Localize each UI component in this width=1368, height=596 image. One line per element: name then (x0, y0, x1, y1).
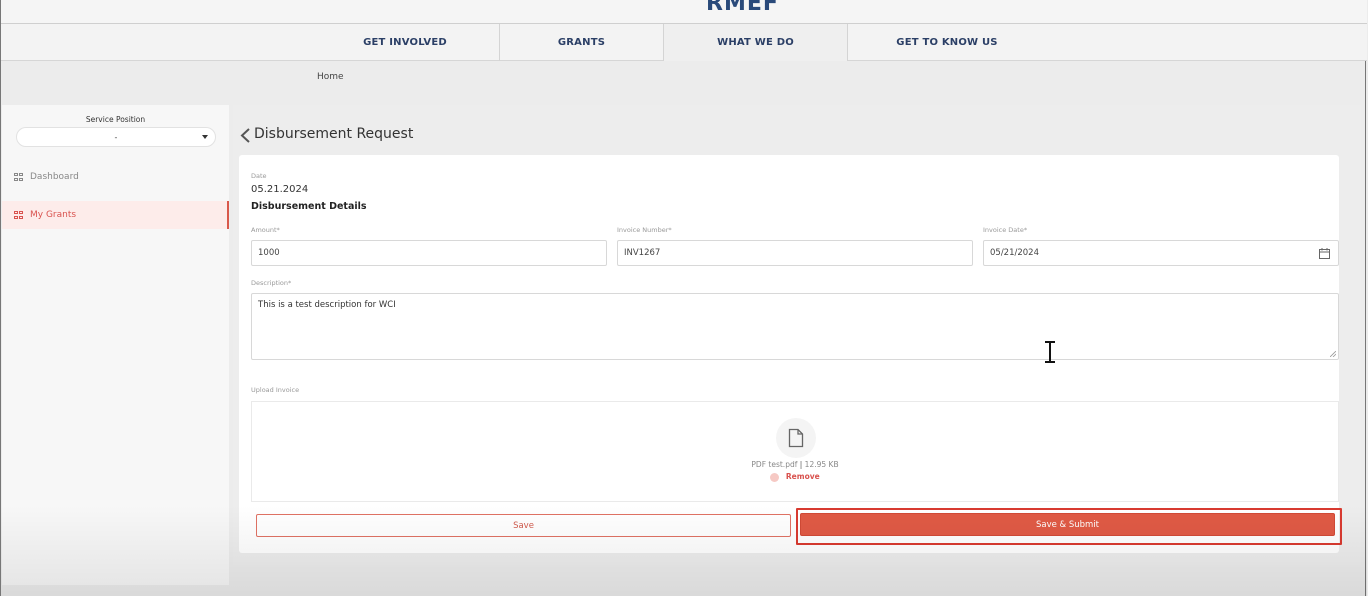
service-position-label: Service Position (85, 115, 146, 124)
invoice-date-value: 05/21/2024 (990, 248, 1039, 258)
amount-input[interactable]: 1000 (251, 240, 607, 266)
nav-get-to-know-us[interactable]: GET TO KNOW US (848, 24, 1046, 61)
sidebar-item-label: Dashboard (30, 172, 79, 182)
upload-dropzone[interactable]: PDF test.pdf | 12.95 KB Remove (251, 401, 1339, 502)
disbursement-form-card: Date 05.21.2024 Disbursement Details Amo… (239, 155, 1342, 553)
service-position-select[interactable]: - (16, 127, 216, 147)
main-nav: GET INVOLVED GRANTS WHAT WE DO GET TO KN… (1, 24, 1367, 61)
file-icon (788, 428, 804, 448)
date-label: Date (251, 172, 267, 180)
amount-label: Amount* (251, 226, 280, 234)
file-icon-circle (776, 418, 816, 458)
nav-get-involved[interactable]: GET INVOLVED (311, 24, 499, 61)
save-and-submit-button[interactable]: Save & Submit (800, 513, 1335, 536)
sidebar-item-my-grants[interactable]: My Grants (2, 201, 229, 229)
save-button[interactable]: Save (256, 514, 791, 537)
nav-grants[interactable]: GRANTS (500, 24, 663, 61)
main-content: Disbursement Request Date 05.21.2024 Dis… (233, 105, 1361, 565)
grid-icon (14, 210, 23, 220)
grid-icon (14, 172, 23, 182)
nav-what-we-do[interactable]: WHAT WE DO (664, 24, 847, 61)
invoice-date-label: Invoice Date* (983, 226, 1028, 234)
text-cursor-icon (1045, 341, 1055, 363)
invoice-date-input[interactable]: 05/21/2024 (983, 240, 1339, 266)
service-position-value: - (114, 132, 118, 142)
date-value: 05.21.2024 (251, 184, 309, 195)
page-title: Disbursement Request (254, 126, 414, 142)
file-name: PDF test.pdf (751, 460, 798, 469)
invoice-number-input[interactable]: INV1267 (617, 240, 973, 266)
file-size: 12.95 KB (804, 460, 839, 469)
description-label: Description* (251, 279, 292, 287)
remove-icon (770, 472, 780, 482)
caret-down-icon (202, 135, 208, 139)
logo-strip: RMEF (1, 0, 1367, 24)
remove-file-link[interactable]: Remove (252, 472, 1338, 482)
calendar-icon[interactable] (1319, 248, 1330, 259)
description-textarea[interactable]: This is a test description for WCI (251, 293, 1339, 360)
section-title: Disbursement Details (251, 201, 367, 212)
invoice-number-label: Invoice Number* (617, 226, 672, 234)
uploaded-file-info: PDF test.pdf | 12.95 KB (751, 460, 839, 469)
sidebar-item-dashboard[interactable]: Dashboard (2, 163, 229, 191)
upload-label: Upload Invoice (251, 386, 300, 394)
amount-value: 1000 (258, 248, 280, 258)
resize-grip-icon[interactable] (1330, 351, 1336, 357)
sidebar: Service Position - Dashboard My Grants (2, 105, 229, 585)
sidebar-item-label: My Grants (30, 210, 77, 220)
remove-label: Remove (785, 472, 820, 481)
description-value: This is a test description for WCI (258, 300, 396, 310)
back-chevron-icon[interactable] (239, 127, 252, 144)
site-logo[interactable]: RMEF (706, 0, 779, 16)
invoice-number-value: INV1267 (624, 248, 661, 258)
browser-page: RMEF GET INVOLVED GRANTS WHAT WE DO GET … (0, 0, 1367, 596)
breadcrumb-home[interactable]: Home (317, 72, 344, 82)
